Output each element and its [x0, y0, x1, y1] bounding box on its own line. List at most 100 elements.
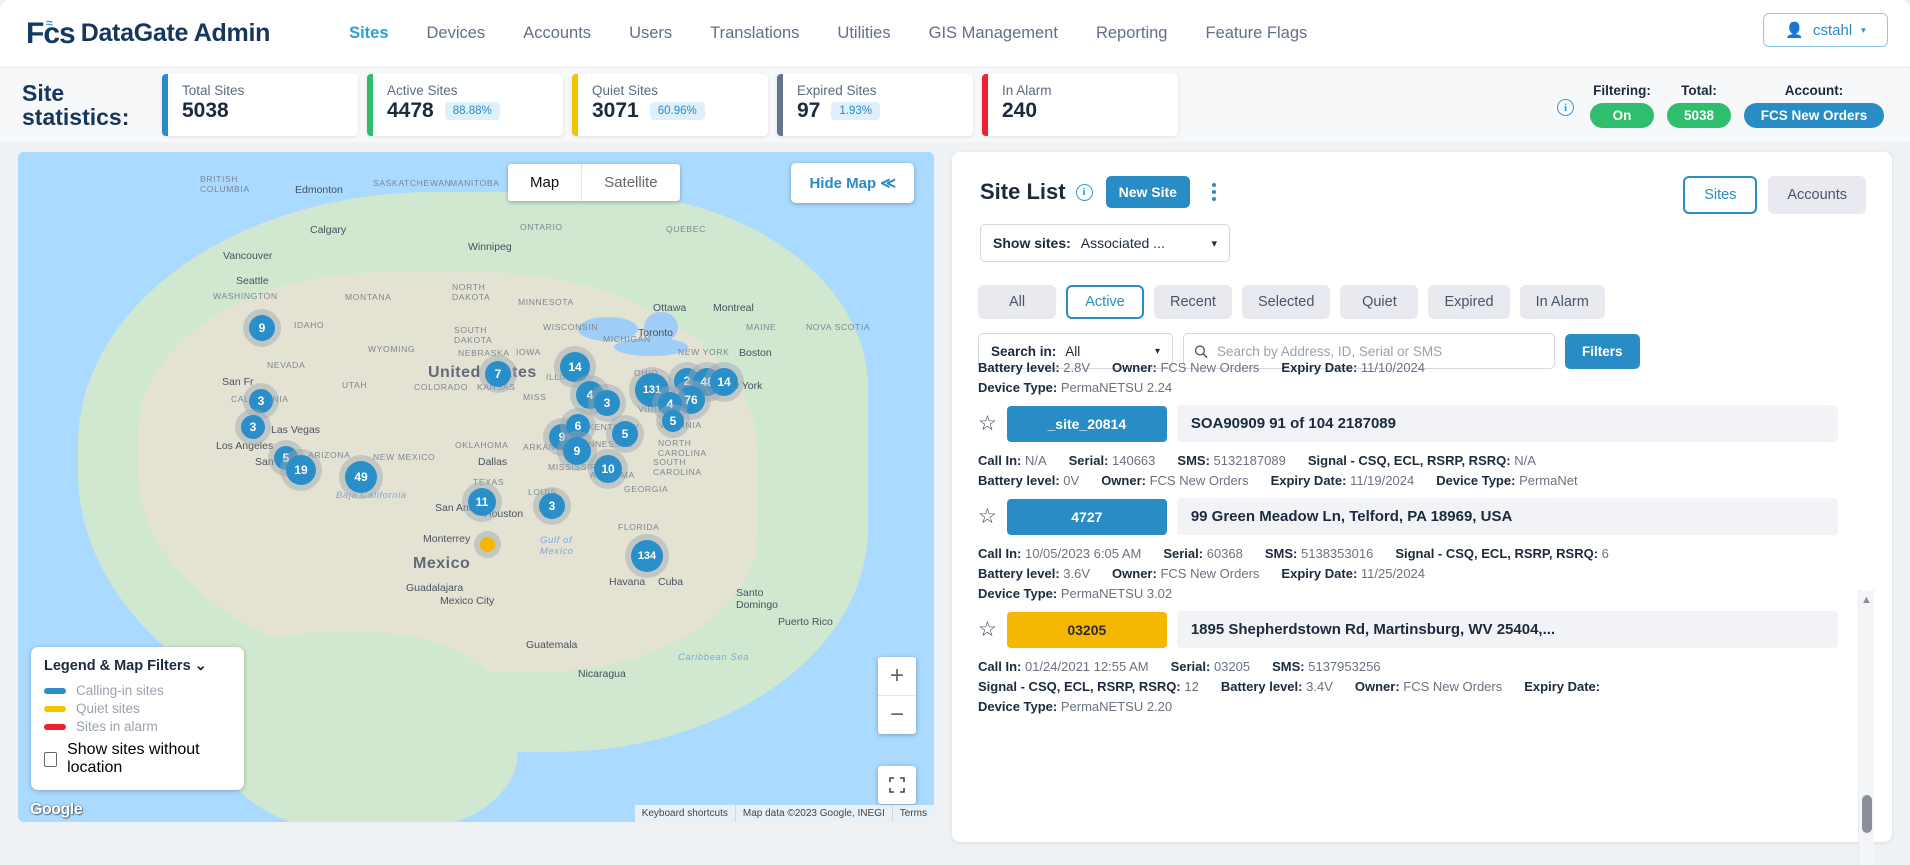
map-cluster-marker[interactable]: 134	[631, 540, 663, 572]
tab-selected[interactable]: Selected	[1242, 285, 1331, 319]
star-outline-icon[interactable]: ☆	[978, 506, 997, 527]
stat-card-total-sites[interactable]: Total Sites 5038	[162, 74, 358, 136]
site-meta-key: Device Type:	[978, 586, 1058, 601]
tab-recent[interactable]: Recent	[1154, 285, 1232, 319]
scrollbar-thumb[interactable]	[1862, 795, 1872, 833]
site-row[interactable]: ☆ 4727 99 Green Meadow Ln, Telford, PA 189…	[978, 498, 1838, 535]
site-list-scrollbar[interactable]: ▲ ▼	[1858, 590, 1874, 865]
entity-toggle-accounts[interactable]: Accounts	[1768, 176, 1866, 214]
stat-card-active-sites[interactable]: Active Sites 4478 88.88%	[367, 74, 563, 136]
stat-card-in-alarm[interactable]: In Alarm 240	[982, 74, 1178, 136]
info-icon[interactable]: i	[1557, 99, 1574, 116]
zoom-in-button[interactable]: +	[878, 657, 916, 695]
nav-link-devices[interactable]: Devices	[408, 24, 505, 43]
map-attribution-item[interactable]: Keyboard shortcuts	[635, 805, 735, 822]
show-without-location-row[interactable]: Show sites without location	[44, 741, 231, 777]
site-meta-value: 11/25/2024	[1360, 566, 1426, 581]
show-without-location-checkbox[interactable]	[44, 751, 58, 767]
map-cluster-marker[interactable]: 7	[485, 361, 511, 387]
legend-header[interactable]: Legend & Map Filters ⌄	[44, 658, 231, 674]
map-cluster-marker[interactable]: 49	[345, 461, 377, 493]
site-list-scroll-area[interactable]: Call In: 12/07/2021 8:04 AMSerial: 07410…	[978, 356, 1868, 816]
tab-active[interactable]: Active	[1066, 285, 1144, 319]
site-meta-value: 5132187089	[1213, 453, 1286, 468]
nav-link-gis-management[interactable]: GIS Management	[910, 24, 1077, 43]
user-name: cstahl	[1812, 21, 1853, 39]
map-attribution-item[interactable]: Terms	[891, 805, 934, 822]
star-outline-icon[interactable]: ☆	[978, 619, 997, 640]
stat-card-expired-sites[interactable]: Expired Sites 97 1.93%	[777, 74, 973, 136]
nav-link-utilities[interactable]: Utilities	[818, 24, 909, 43]
map-cluster-marker[interactable]: 6	[566, 414, 590, 438]
map-cluster-marker[interactable]: 5	[612, 421, 638, 447]
more-options-icon[interactable]	[1211, 183, 1216, 201]
tab-all[interactable]: All	[978, 285, 1056, 319]
new-site-button[interactable]: New Site	[1105, 176, 1190, 208]
stat-card-quiet-sites[interactable]: Quiet Sites 3071 60.96%	[572, 74, 768, 136]
tab-expired[interactable]: Expired	[1428, 285, 1510, 319]
legend-item[interactable]: Calling-in sites	[44, 683, 231, 698]
map-cluster-marker[interactable]: 9	[563, 437, 591, 465]
map-cluster-marker[interactable]: 3	[241, 415, 265, 439]
nav-link-translations[interactable]: Translations	[691, 24, 818, 43]
site-row[interactable]: ☆ _site_20814 SOA90909 91 of 104 2187089	[978, 405, 1838, 442]
show-sites-select[interactable]: Show sites: Associated ... ▾	[980, 224, 1230, 262]
site-row[interactable]: ☆ 03205 1895 Shepherdstown Rd, Martinsburg…	[978, 611, 1838, 648]
site-address[interactable]: SOA90909 91 of 104 2187089	[1176, 405, 1838, 442]
map-cluster-marker[interactable]: 19	[286, 455, 316, 485]
google-logo: Google	[30, 801, 83, 818]
tab-in-alarm[interactable]: In Alarm	[1519, 285, 1605, 319]
site-meta-key: Serial:	[1163, 546, 1204, 561]
legend-item[interactable]: Quiet sites	[44, 701, 231, 716]
site-address[interactable]: 1895 Shepherdstown Rd, Martinsburg, WV 2…	[1176, 611, 1838, 648]
entity-toggle-sites[interactable]: Sites	[1683, 176, 1758, 214]
site-list-item: ☆ 4727 99 Green Meadow Ln, Telford, PA 189…	[978, 498, 1838, 604]
legend-item[interactable]: Sites in alarm	[44, 719, 231, 734]
map-type-map[interactable]: Map	[508, 164, 581, 201]
map-cluster-marker[interactable]: 3	[249, 389, 273, 413]
map-lake	[644, 312, 678, 342]
total-value-badge[interactable]: 5038	[1667, 102, 1731, 128]
site-id-badge[interactable]: 03205	[1006, 611, 1167, 648]
map-single-marker-quiet[interactable]	[480, 537, 495, 552]
info-icon[interactable]: i	[1075, 183, 1093, 201]
star-outline-icon[interactable]: ☆	[978, 413, 997, 434]
map-type-satellite[interactable]: Satellite	[582, 164, 679, 201]
nav-link-sites[interactable]: Sites	[330, 24, 407, 43]
user-menu-button[interactable]: 👤 cstahl ▾	[1763, 13, 1888, 47]
map-cluster-marker[interactable]: 14	[710, 368, 738, 396]
map-cluster-marker[interactable]: 3	[594, 390, 620, 416]
arrow-up-icon[interactable]: ▲	[1861, 594, 1872, 606]
site-id-badge[interactable]: _site_20814	[1006, 405, 1167, 442]
fullscreen-button[interactable]	[878, 766, 916, 804]
filtering-toggle[interactable]: On	[1590, 102, 1654, 128]
map-cluster-marker[interactable]: 3	[539, 493, 565, 519]
map-cluster-marker[interactable]: 14	[560, 352, 590, 382]
site-id-badge[interactable]: 4727	[1006, 498, 1167, 535]
map-cluster-marker[interactable]: 10	[594, 455, 622, 483]
nav-link-users[interactable]: Users	[610, 24, 691, 43]
nav-link-feature-flags[interactable]: Feature Flags	[1186, 24, 1326, 43]
account-value-badge[interactable]: FCS New Orders	[1744, 102, 1884, 128]
stat-label: In Alarm	[1002, 83, 1052, 98]
map-cluster-marker[interactable]: 11	[468, 488, 496, 516]
map-cluster-marker[interactable]: 9	[249, 315, 275, 341]
nav-link-accounts[interactable]: Accounts	[504, 24, 610, 43]
map-cluster-marker[interactable]: 5	[662, 410, 684, 432]
site-meta-item: Serial: 140663	[1069, 451, 1156, 471]
zoom-out-button[interactable]: −	[878, 696, 916, 734]
stat-value-row: 4478 88.88%	[387, 99, 563, 123]
site-meta-key: SMS:	[1177, 453, 1210, 468]
sites-map[interactable]: BRITISH COLUMBIA Edmonton SASKATCHEWAN MANI…	[18, 152, 934, 822]
site-meta-line: Call In: 01/24/2021 12:55 AM Serial: 0320…	[978, 657, 1838, 677]
nav-link-reporting[interactable]: Reporting	[1077, 24, 1187, 43]
filtering-label: Filtering:	[1593, 82, 1651, 98]
site-meta-key: SMS:	[1272, 659, 1305, 674]
tab-quiet[interactable]: Quiet	[1340, 285, 1419, 319]
site-meta-line: Battery level: 3.6V Owner: FCS New Orders…	[978, 564, 1838, 584]
map-attribution-item[interactable]: Map data ©2023 Google, INEGI	[734, 805, 892, 822]
site-address[interactable]: 99 Green Meadow Ln, Telford, PA 18969, U…	[1176, 498, 1838, 535]
hide-map-button[interactable]: Hide Map ≪	[791, 163, 914, 203]
site-meta-value: N/A	[1024, 453, 1047, 468]
brand-logo[interactable]: Fcs ≈ DataGate Admin	[26, 17, 270, 49]
